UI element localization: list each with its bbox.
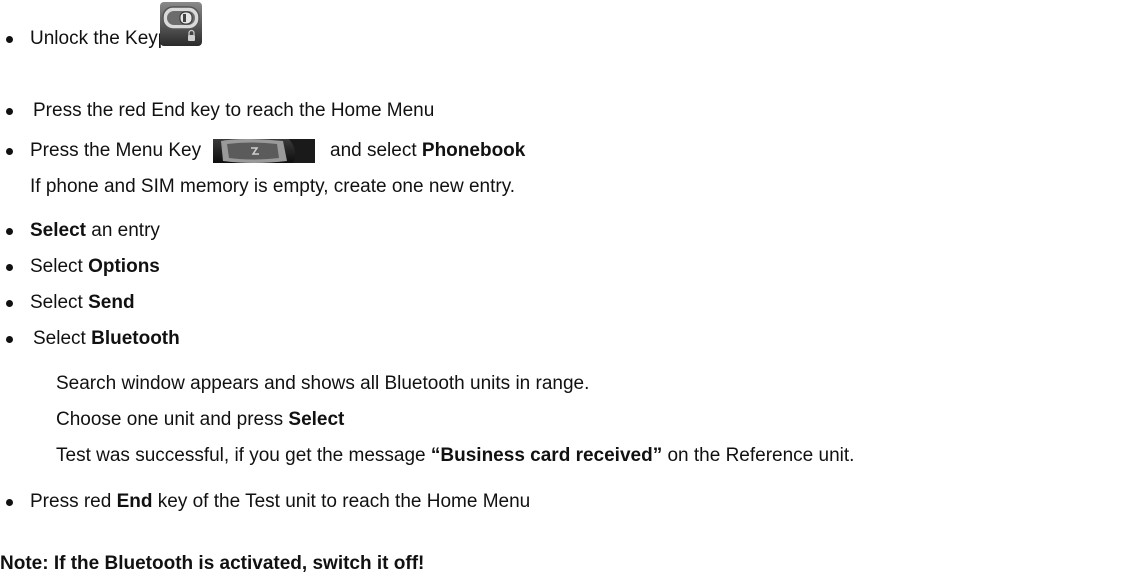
- step-select-send-text: Select Send: [30, 292, 135, 313]
- step-menu-key-text: Press the Menu Key: [30, 140, 202, 161]
- list-item: Select Options: [0, 251, 200, 283]
- bullet-icon: [6, 36, 13, 43]
- list-item-note: Search window appears and shows all Blue…: [0, 368, 700, 400]
- step-end-test-unit-text: Press red End key of the Test unit to re…: [30, 491, 531, 512]
- step-select-options-text: Select Options: [30, 256, 160, 277]
- list-item: Select Bluetooth: [0, 323, 200, 355]
- step-menu-key-select-text: and select Phonebook: [330, 140, 526, 161]
- list-item-note: Test was successful, if you get the mess…: [0, 440, 1140, 472]
- list-item: Unlock the Keypad: [0, 23, 260, 55]
- bullet-icon: [6, 336, 13, 343]
- bullet-icon: [6, 148, 13, 155]
- search-window-note-text: Search window appears and shows all Blue…: [56, 373, 590, 394]
- bullet-icon: [6, 300, 13, 307]
- step-select-entry-text: Select an entry: [30, 220, 160, 241]
- list-item: Press the red End key to reach the Home …: [0, 95, 560, 127]
- menu-key-icon: [213, 139, 315, 163]
- test-success-note-text: Test was successful, if you get the mess…: [56, 445, 855, 466]
- bullet-icon: [6, 228, 13, 235]
- step-select-bluetooth-text: Select Bluetooth: [33, 328, 180, 349]
- list-item: Press red End key of the Test unit to re…: [0, 486, 700, 518]
- list-item: Press the Menu Key and select Phonebook: [0, 135, 760, 167]
- bullet-icon: [6, 499, 13, 506]
- choose-unit-note-text: Choose one unit and press Select: [56, 409, 345, 430]
- bluetooth-off-note: Note: If the Bluetooth is activated, swi…: [0, 553, 425, 574]
- bullet-icon: [6, 108, 13, 115]
- list-item-note: If phone and SIM memory is empty, create…: [0, 171, 620, 203]
- bullet-icon: [6, 264, 13, 271]
- keypad-lock-slider-icon: [160, 2, 202, 46]
- empty-memory-note-text: If phone and SIM memory is empty, create…: [30, 176, 516, 197]
- list-item: Select Send: [0, 287, 200, 319]
- list-item: Select an entry: [0, 215, 200, 247]
- list-item-note: Choose one unit and press Select: [0, 404, 500, 436]
- step-end-key-text: Press the red End key to reach the Home …: [33, 100, 435, 121]
